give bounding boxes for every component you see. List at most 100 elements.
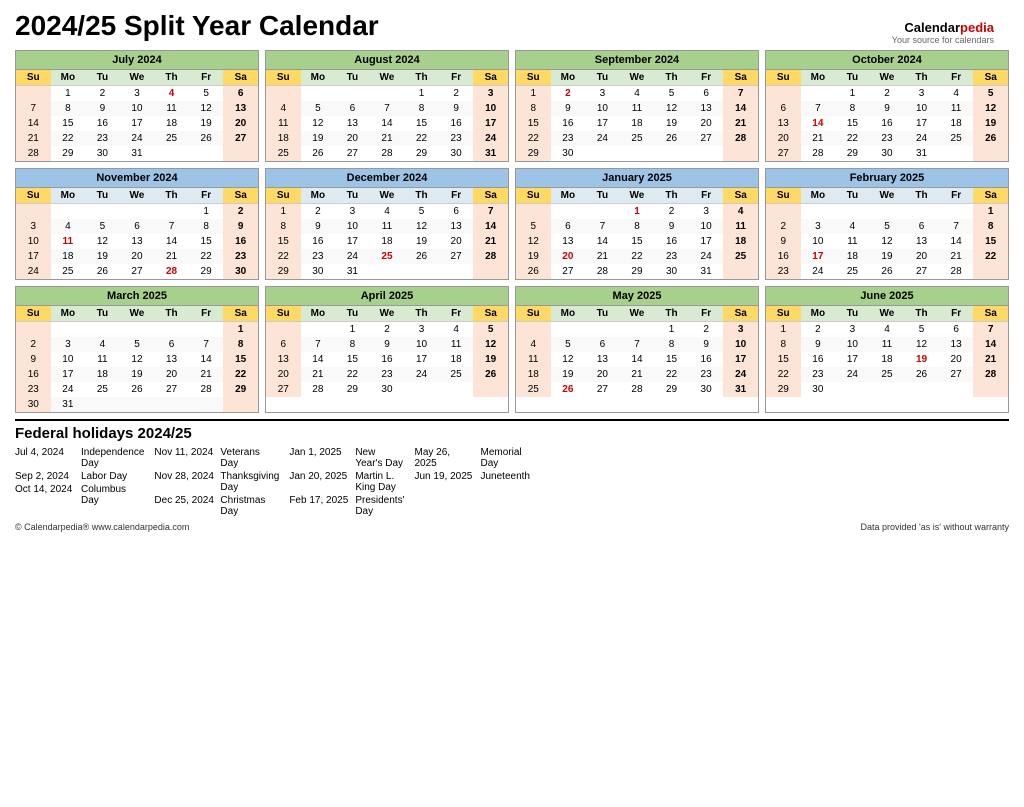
holiday-item: Jun 19, 2025Juneteenth bbox=[414, 470, 530, 483]
cal-day: 14 bbox=[939, 234, 974, 249]
cal-day bbox=[516, 322, 551, 338]
month-title: September 2024 bbox=[516, 51, 758, 70]
cal-day: 25 bbox=[154, 131, 189, 146]
cal-day: 5 bbox=[301, 101, 336, 116]
cal-day: 21 bbox=[939, 249, 974, 264]
cal-day: 29 bbox=[223, 382, 258, 397]
holiday-col-1: Nov 11, 2024Veterans DayNov 28, 2024Than… bbox=[154, 446, 279, 518]
cal-day: 7 bbox=[370, 101, 405, 116]
cal-day: 19 bbox=[301, 131, 336, 146]
cal-day: 11 bbox=[154, 101, 189, 116]
cal-day: 4 bbox=[85, 337, 120, 352]
month-january-2025: January 2025SuMoTuWeThFrSa12345678910111… bbox=[515, 168, 759, 280]
cal-day: 14 bbox=[801, 116, 836, 131]
cal-day: 16 bbox=[689, 352, 724, 367]
cal-day: 24 bbox=[689, 249, 724, 264]
cal-day bbox=[85, 204, 120, 220]
cal-day: 28 bbox=[16, 146, 51, 161]
cal-day bbox=[120, 397, 155, 412]
cal-day: 27 bbox=[904, 264, 939, 279]
cal-day: 16 bbox=[551, 116, 586, 131]
cal-day: 29 bbox=[766, 382, 801, 397]
cal-day: 15 bbox=[335, 352, 370, 367]
holiday-name: Martin L. King Day bbox=[355, 471, 404, 493]
cal-table: SuMoTuWeThFrSa12345678910111213141516171… bbox=[16, 70, 258, 161]
cal-day: 5 bbox=[120, 337, 155, 352]
cal-day: 4 bbox=[154, 86, 189, 102]
cal-day: 12 bbox=[516, 234, 551, 249]
cal-day: 16 bbox=[766, 249, 801, 264]
holiday-name: Independence Day bbox=[81, 447, 144, 469]
cal-day: 27 bbox=[120, 264, 155, 279]
cal-day: 5 bbox=[516, 219, 551, 234]
cal-day: 5 bbox=[473, 322, 508, 338]
cal-day: 3 bbox=[51, 337, 86, 352]
cal-day: 19 bbox=[516, 249, 551, 264]
cal-day: 18 bbox=[835, 249, 870, 264]
cal-day: 2 bbox=[766, 219, 801, 234]
cal-day: 13 bbox=[766, 116, 801, 131]
cal-day bbox=[516, 204, 551, 220]
cal-day: 7 bbox=[585, 219, 620, 234]
cal-day: 25 bbox=[370, 249, 405, 264]
cal-day: 2 bbox=[16, 337, 51, 352]
holiday-name: Veterans Day bbox=[220, 447, 279, 469]
holiday-date: Jun 19, 2025 bbox=[414, 471, 474, 482]
holiday-date: Nov 28, 2024 bbox=[154, 471, 214, 493]
cal-day: 27 bbox=[266, 382, 301, 397]
cal-day: 2 bbox=[870, 86, 905, 102]
holiday-item: Nov 11, 2024Veterans Day bbox=[154, 446, 279, 470]
cal-day: 23 bbox=[16, 382, 51, 397]
cal-day: 22 bbox=[335, 367, 370, 382]
cal-day: 24 bbox=[801, 264, 836, 279]
cal-day: 17 bbox=[904, 116, 939, 131]
cal-day: 28 bbox=[585, 264, 620, 279]
cal-day: 22 bbox=[223, 367, 258, 382]
month-february-2025: February 2025SuMoTuWeThFrSa1234567891011… bbox=[765, 168, 1009, 280]
cal-table: SuMoTuWeThFrSa12345678910111213141516171… bbox=[516, 188, 758, 279]
cal-day: 5 bbox=[654, 86, 689, 102]
cal-day: 18 bbox=[439, 352, 474, 367]
cal-day: 23 bbox=[439, 131, 474, 146]
cal-day: 6 bbox=[585, 337, 620, 352]
cal-day: 12 bbox=[973, 101, 1008, 116]
cal-day: 10 bbox=[120, 101, 155, 116]
cal-day: 1 bbox=[223, 322, 258, 338]
cal-day: 24 bbox=[51, 382, 86, 397]
cal-day: 26 bbox=[120, 382, 155, 397]
cal-day: 29 bbox=[266, 264, 301, 279]
cal-day bbox=[51, 204, 86, 220]
cal-day: 12 bbox=[904, 337, 939, 352]
cal-day: 26 bbox=[904, 367, 939, 382]
cal-day: 30 bbox=[654, 264, 689, 279]
cal-day: 9 bbox=[439, 101, 474, 116]
cal-day: 14 bbox=[154, 234, 189, 249]
cal-day: 29 bbox=[404, 146, 439, 161]
cal-day: 19 bbox=[404, 234, 439, 249]
cal-day: 23 bbox=[801, 367, 836, 382]
cal-day: 3 bbox=[120, 86, 155, 102]
cal-day bbox=[51, 322, 86, 338]
cal-day: 6 bbox=[551, 219, 586, 234]
cal-day: 16 bbox=[801, 352, 836, 367]
cal-day: 6 bbox=[904, 219, 939, 234]
cal-day: 3 bbox=[335, 204, 370, 220]
cal-day: 8 bbox=[335, 337, 370, 352]
cal-day: 4 bbox=[370, 204, 405, 220]
cal-day: 30 bbox=[689, 382, 724, 397]
cal-day bbox=[439, 382, 474, 397]
cal-day: 31 bbox=[723, 382, 758, 397]
cal-day bbox=[16, 204, 51, 220]
cal-day: 1 bbox=[266, 204, 301, 220]
cal-day: 19 bbox=[904, 352, 939, 367]
cal-day: 27 bbox=[689, 131, 724, 146]
cal-day: 4 bbox=[439, 322, 474, 338]
cal-day: 19 bbox=[85, 249, 120, 264]
cal-day bbox=[120, 204, 155, 220]
cal-day: 31 bbox=[335, 264, 370, 279]
cal-day bbox=[301, 86, 336, 102]
cal-day: 8 bbox=[266, 219, 301, 234]
month-title: June 2025 bbox=[766, 287, 1008, 306]
holiday-date: May 26, 2025 bbox=[414, 447, 474, 469]
month-title: August 2024 bbox=[266, 51, 508, 70]
